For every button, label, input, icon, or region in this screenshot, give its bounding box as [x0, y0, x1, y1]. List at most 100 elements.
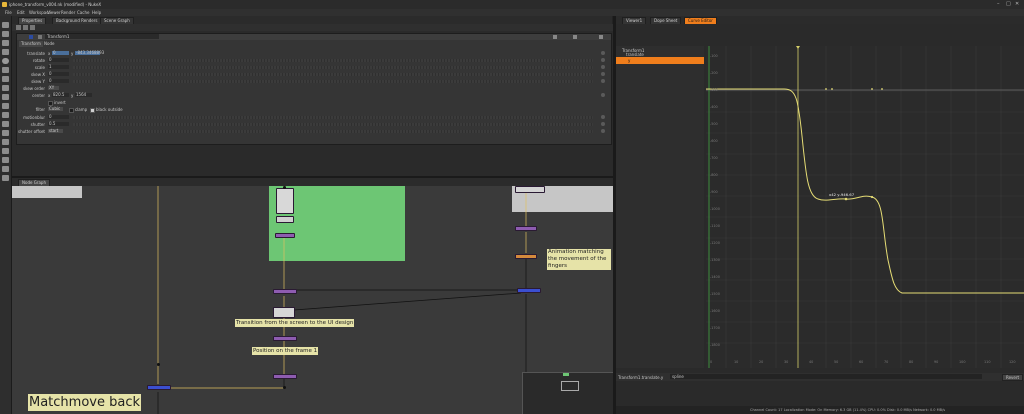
- curve-graph[interactable]: x42 y-946.67 -100 -200 -300 -400 -500 -6…: [706, 46, 1024, 368]
- menu-edit[interactable]: Edit: [17, 10, 25, 15]
- merge-node-right[interactable]: [517, 288, 541, 293]
- dissolve-node[interactable]: [273, 307, 295, 318]
- merge-node-left[interactable]: [147, 385, 171, 390]
- merge-tool-icon[interactable]: [2, 85, 9, 91]
- skew-x-slider[interactable]: [73, 73, 593, 76]
- clear-panels-icon[interactable]: [30, 25, 35, 30]
- channel-tool-icon[interactable]: [2, 49, 9, 55]
- minimap-viewport[interactable]: [561, 381, 579, 391]
- y-tick: -700: [710, 156, 718, 160]
- sticky-position-frame1[interactable]: Position on the frame 1: [252, 347, 319, 355]
- node-name-field[interactable]: Transform1: [45, 34, 159, 39]
- particles-tool-icon[interactable]: [2, 130, 9, 136]
- ocula-tool-icon[interactable]: [2, 175, 9, 181]
- scale-slider[interactable]: [73, 66, 593, 69]
- views-tool-icon[interactable]: [2, 112, 9, 118]
- close-icon[interactable]: ✕: [1015, 1, 1019, 7]
- minimize-icon[interactable]: –: [997, 1, 1000, 7]
- shutter-anim-button[interactable]: [601, 122, 605, 126]
- color-tool-icon[interactable]: [2, 58, 9, 64]
- curve-tree: Transform1 translate y: [616, 46, 704, 368]
- image-tool-icon[interactable]: [2, 22, 9, 28]
- transform-node-lower[interactable]: [273, 374, 297, 379]
- transform-node-frame1[interactable]: [273, 336, 297, 341]
- rotate-anim-button[interactable]: [601, 58, 605, 62]
- rotate-slider[interactable]: [73, 59, 593, 62]
- revert-button[interactable]: Revert: [1002, 374, 1024, 381]
- skew-x-label: skew X: [30, 72, 45, 77]
- skew-x-anim-button[interactable]: [601, 72, 605, 76]
- skew-x-field[interactable]: 0: [48, 72, 69, 76]
- shutter-offset-anim-button[interactable]: [601, 129, 605, 133]
- node-panel-icon[interactable]: [38, 35, 42, 39]
- read-node-green[interactable]: [276, 188, 294, 214]
- motionblur-field[interactable]: 0: [48, 115, 69, 119]
- deep-tool-icon[interactable]: [2, 139, 9, 145]
- menu-cache[interactable]: Cache: [77, 10, 89, 15]
- sticky-transition[interactable]: Transition from the screen to the UI des…: [235, 319, 355, 327]
- motionblur-slider[interactable]: [73, 116, 593, 119]
- skew-y-anim-button[interactable]: [601, 79, 605, 83]
- tab-node[interactable]: Node: [42, 41, 56, 47]
- lower-dot[interactable]: [283, 386, 286, 389]
- motionblur-anim-button[interactable]: [601, 115, 605, 119]
- skew-order-dropdown[interactable]: XY: [48, 86, 59, 90]
- scale-field[interactable]: 1: [48, 65, 69, 69]
- keyer-tool-icon[interactable]: [2, 76, 9, 82]
- menu-render[interactable]: Render: [61, 10, 75, 15]
- tab-transform[interactable]: Transform: [19, 41, 43, 47]
- menu-file[interactable]: File: [5, 10, 12, 15]
- shutter-offset-dropdown[interactable]: start: [48, 129, 63, 133]
- skew-y-field[interactable]: 0: [48, 79, 69, 83]
- metadata-tool-icon[interactable]: [2, 121, 9, 127]
- center-x-field[interactable]: 820.5: [52, 93, 69, 97]
- shutter-slider[interactable]: [73, 123, 593, 126]
- help-icon[interactable]: [553, 35, 557, 39]
- transform-node-right-1[interactable]: [515, 226, 537, 231]
- menu-viewer[interactable]: Viewer: [47, 10, 61, 15]
- center-y-field[interactable]: 1564: [75, 93, 92, 97]
- node-graph-canvas[interactable]: Transition from the screen to the UI des…: [12, 186, 613, 414]
- node-color-swatch[interactable]: [29, 35, 33, 39]
- y-tick: -1300: [710, 258, 720, 262]
- node-graph-minimap[interactable]: [522, 372, 613, 414]
- black-outside-checkbox[interactable]: [90, 108, 95, 113]
- read-node-right[interactable]: [515, 186, 545, 193]
- translate-y-field[interactable]: -843.3468893: [75, 51, 104, 55]
- lock-icon[interactable]: [16, 25, 21, 30]
- filter-dropdown[interactable]: Cubic: [48, 107, 63, 111]
- sticky-animation[interactable]: Animation matching the movement of the f…: [547, 249, 611, 270]
- translate-x-field[interactable]: 0: [52, 51, 69, 55]
- translate-anim-button[interactable]: [601, 51, 605, 55]
- expression-field[interactable]: spline: [670, 374, 982, 379]
- shutter-offset-slider[interactable]: [73, 130, 593, 133]
- skew-order-row: skew order XY: [17, 86, 611, 92]
- maximize-icon[interactable]: □: [1006, 1, 1011, 7]
- time-tool-icon[interactable]: [2, 40, 9, 46]
- pin-icon[interactable]: [23, 25, 28, 30]
- tree-y-selected[interactable]: y: [616, 57, 704, 64]
- filter-tool-icon[interactable]: [2, 67, 9, 73]
- clamp-checkbox[interactable]: [69, 108, 74, 113]
- toolsets-icon[interactable]: [2, 148, 9, 154]
- float-panel-icon[interactable]: [573, 35, 577, 39]
- close-panel-icon[interactable]: [599, 35, 603, 39]
- transform-node-middle[interactable]: [273, 289, 297, 294]
- sticky-matchmove-back[interactable]: Matchmove back: [28, 394, 142, 411]
- other-tool-icon[interactable]: [2, 157, 9, 163]
- 3d-tool-icon[interactable]: [2, 103, 9, 109]
- skew-y-slider[interactable]: [73, 80, 593, 83]
- green-input-dot[interactable]: [283, 186, 286, 189]
- rotate-field[interactable]: 0: [48, 58, 69, 62]
- transform-tool-icon[interactable]: [2, 94, 9, 100]
- center-anim-button[interactable]: [601, 93, 605, 97]
- animation-transform-node[interactable]: [515, 254, 537, 259]
- transform-node-green[interactable]: [275, 233, 295, 238]
- furnace-tool-icon[interactable]: [2, 166, 9, 172]
- grade-node-green[interactable]: [276, 216, 294, 223]
- scale-anim-button[interactable]: [601, 65, 605, 69]
- draw-tool-icon[interactable]: [2, 31, 9, 37]
- shutter-field[interactable]: 0.5: [48, 122, 69, 126]
- merge-left-dot[interactable]: [157, 363, 160, 366]
- menu-help[interactable]: Help: [92, 10, 101, 15]
